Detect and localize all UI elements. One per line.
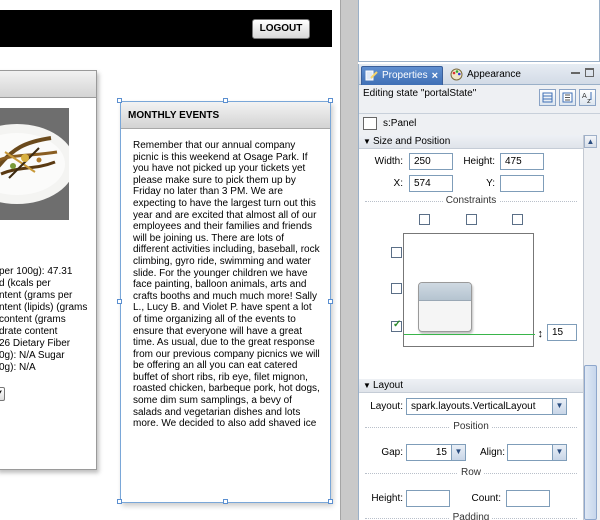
component-row: s:Panel	[359, 113, 600, 134]
monthly-events-panel[interactable]: MONTHLY EVENTS Remember that our annual …	[120, 101, 331, 503]
svg-text:z: z	[587, 97, 591, 105]
chevron-down-icon[interactable]: ▼	[451, 445, 465, 460]
chevron-down-icon[interactable]: ▼	[552, 445, 566, 460]
x-label: X:	[393, 178, 403, 189]
properties-icon	[365, 70, 378, 81]
count-label: Count:	[471, 493, 501, 504]
selection-handle[interactable]	[328, 499, 333, 504]
food-photo	[0, 108, 69, 220]
panel-button[interactable]: Y	[0, 387, 5, 401]
count-field[interactable]	[506, 490, 550, 507]
tab-properties[interactable]: Properties ×	[361, 66, 443, 85]
scroll-up-arrow-icon[interactable]: ▲	[584, 135, 597, 148]
align-label: Align:	[479, 447, 505, 458]
standard-view-button[interactable]	[539, 89, 556, 106]
position-caption: Position	[359, 421, 583, 432]
upper-view-panel	[358, 0, 600, 62]
tab-appearance-label: Appearance	[467, 69, 521, 80]
category-view-button[interactable]	[559, 89, 576, 106]
nutrition-info-text: per 100g): 47.31 d (kcals per ntent (gra…	[0, 266, 88, 373]
maximize-icon[interactable]	[585, 68, 594, 77]
align-dropdown[interactable]: ▼	[507, 444, 567, 461]
constraint-preview-panel	[418, 282, 472, 332]
design-canvas[interactable]: LOGOUT per 100g): 47.31 d (kcals per nte…	[0, 0, 340, 520]
row-height-field[interactable]	[406, 490, 450, 507]
size-position-section-header[interactable]: ▼ Size and Position	[359, 135, 583, 149]
row-caption: Row	[359, 467, 583, 478]
selection-handle[interactable]	[117, 98, 122, 103]
y-field[interactable]	[500, 175, 544, 192]
alphabetical-view-button[interactable]: A z	[579, 89, 596, 106]
tab-appearance[interactable]: Appearance	[447, 66, 527, 85]
tab-properties-label: Properties	[382, 70, 428, 81]
height-label: Height:	[463, 156, 495, 167]
monthly-events-text: Remember that our annual company picnic …	[133, 140, 320, 430]
layout-dropdown[interactable]: spark.layouts.VerticalLayout ▼	[406, 398, 567, 415]
right-constraint-checkbox[interactable]	[512, 214, 523, 225]
close-icon[interactable]: ×	[432, 67, 438, 85]
selection-handle[interactable]	[223, 98, 228, 103]
center-h-constraint-checkbox[interactable]	[466, 214, 477, 225]
gap-field[interactable]: 15 ▼	[406, 444, 466, 461]
row-height-label: Height:	[371, 493, 403, 504]
layout-header-label: Layout	[373, 380, 404, 391]
view-splitter[interactable]	[340, 0, 358, 520]
width-field[interactable]: 250	[409, 153, 453, 170]
center-v-constraint-checkbox[interactable]	[391, 283, 402, 294]
layout-section-header[interactable]: ▼ Layout	[359, 379, 583, 393]
padding-caption: Padding	[359, 512, 583, 520]
logout-button[interactable]: LOGOUT	[252, 19, 310, 39]
panel-component-icon	[363, 117, 377, 130]
preview-panel-header	[419, 283, 471, 301]
y-label: Y:	[486, 178, 495, 189]
editing-state-label: Editing state "portalState"	[363, 88, 477, 99]
width-label: Width:	[374, 156, 403, 167]
gap-value: 15	[435, 447, 447, 458]
standard-view-icon	[542, 92, 553, 103]
bottom-constraint-checkbox[interactable]	[391, 319, 402, 332]
selection-handle[interactable]	[328, 299, 333, 304]
selection-handle[interactable]	[223, 499, 228, 504]
bottom-constraint-field[interactable]: 15	[547, 324, 577, 341]
appearance-icon	[450, 68, 463, 81]
chevron-down-icon[interactable]: ▼	[552, 399, 566, 414]
layout-dropdown-value: spark.layouts.VerticalLayout	[411, 401, 536, 412]
x-field[interactable]: 574	[409, 175, 453, 192]
minimize-icon[interactable]	[571, 68, 580, 74]
properties-content[interactable]: ▼ Size and Position Width: 250 Height: 4…	[359, 135, 583, 520]
height-field[interactable]: 475	[500, 153, 544, 170]
left-constraint-checkbox[interactable]	[419, 214, 430, 225]
selection-handle[interactable]	[328, 98, 333, 103]
properties-scrollbar[interactable]: ▲	[583, 135, 597, 520]
collapse-triangle-icon: ▼	[363, 381, 371, 390]
state-row: Editing state "portalState" A z	[359, 85, 600, 113]
monthly-events-title: MONTHLY EVENTS	[121, 102, 330, 129]
layout-label: Layout:	[370, 401, 403, 412]
resize-arrow-icon: ↕	[537, 328, 544, 340]
selection-handle[interactable]	[117, 499, 122, 504]
size-position-header-label: Size and Position	[373, 136, 451, 147]
scrollbar-thumb[interactable]	[584, 365, 597, 520]
sort-icon: A z	[582, 92, 592, 105]
category-view-icon	[562, 92, 573, 103]
selection-handle[interactable]	[117, 299, 122, 304]
view-tab-bar: Properties × Appearance	[359, 64, 600, 85]
gap-label: Gap:	[381, 447, 403, 458]
content-panel-header	[0, 71, 96, 98]
constraints-caption: Constraints	[359, 195, 583, 206]
constraint-preview	[403, 233, 535, 347]
bottom-constraint-line	[404, 334, 535, 335]
content-panel[interactable]: per 100g): 47.31 d (kcals per ntent (gra…	[0, 70, 97, 470]
collapse-triangle-icon: ▼	[363, 137, 371, 146]
component-type-label: s:Panel	[383, 118, 417, 129]
properties-view: Properties × Appearance Editing state "p…	[358, 64, 600, 520]
top-constraint-checkbox[interactable]	[391, 247, 402, 258]
